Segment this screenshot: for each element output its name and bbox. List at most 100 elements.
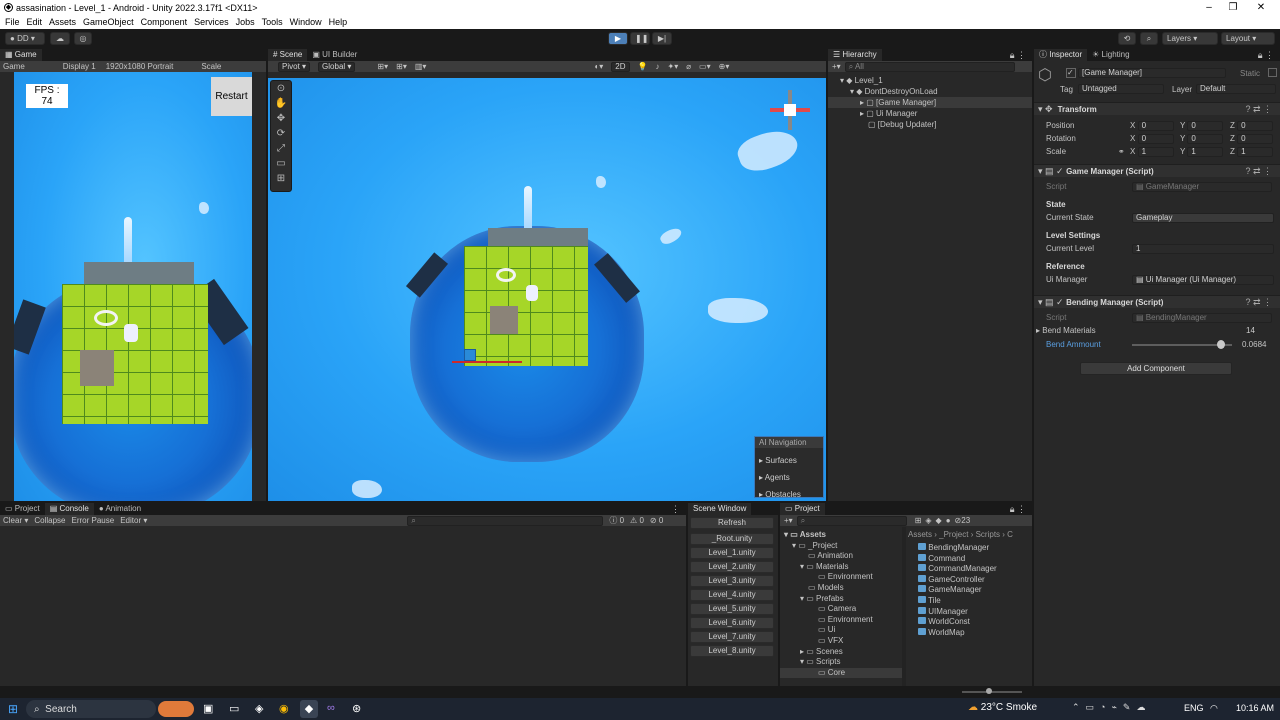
- tree-item[interactable]: ▾ ▭ Materials: [780, 562, 902, 573]
- add-icon[interactable]: +▾: [832, 62, 841, 71]
- menu-jobs[interactable]: Jobs: [236, 17, 255, 27]
- rotation-x[interactable]: 0: [1137, 134, 1174, 144]
- global-dropdown[interactable]: Global ▾: [318, 61, 356, 72]
- layers-dropdown[interactable]: Layers ▾: [1162, 32, 1218, 45]
- terminal-icon[interactable]: ▭: [229, 702, 239, 715]
- step-button[interactable]: ▶|: [652, 32, 672, 45]
- file-item[interactable]: Tile: [918, 595, 1028, 607]
- file-item[interactable]: BendingManager: [918, 543, 1028, 554]
- menu-window[interactable]: Window: [290, 17, 322, 27]
- menu-help[interactable]: Help: [329, 17, 348, 27]
- position-z[interactable]: 0: [1237, 121, 1274, 131]
- toggle-2d-button[interactable]: 2D: [611, 61, 630, 72]
- rotation-z[interactable]: 0: [1237, 134, 1274, 144]
- component-menu-icon[interactable]: ? ⇄ ⋮: [1245, 104, 1272, 115]
- tab-project-bottom[interactable]: ▭ Project: [0, 503, 45, 515]
- menu-edit[interactable]: Edit: [27, 17, 43, 27]
- gizmos-icon[interactable]: ⊕▾: [719, 62, 730, 71]
- move-gizmo-handle[interactable]: [464, 349, 476, 361]
- breadcrumb-item[interactable]: Assets: [908, 530, 932, 539]
- menu-services[interactable]: Services: [194, 17, 229, 27]
- panel-menu-icon[interactable]: ⋮: [671, 504, 680, 515]
- console-search-input[interactable]: ⌕: [407, 515, 604, 526]
- file-item[interactable]: UIManager: [918, 606, 1028, 618]
- taskbar-search[interactable]: ⌕ Search: [26, 700, 156, 718]
- menu-assets[interactable]: Assets: [49, 17, 76, 27]
- menu-tools[interactable]: Tools: [262, 17, 283, 27]
- cube-app-icon[interactable]: ◈: [255, 702, 263, 715]
- lock-icon[interactable]: 🔒︎ ⋮: [1010, 50, 1026, 61]
- current-state-dropdown[interactable]: Gameplay: [1132, 212, 1274, 223]
- tab-ui-builder[interactable]: ▣ UI Builder: [307, 49, 362, 61]
- scene-button[interactable]: Level_6.unity: [690, 617, 774, 629]
- rotate-tool-icon[interactable]: ⟳: [271, 126, 291, 141]
- add-component-button[interactable]: Add Component: [1080, 362, 1232, 375]
- file-item[interactable]: WorldConst: [918, 617, 1028, 628]
- file-item[interactable]: WorldMap: [918, 627, 1028, 639]
- account-dropdown[interactable]: ● DD ▾: [5, 32, 45, 45]
- info-count[interactable]: ⓘ 0: [609, 515, 624, 526]
- move-tool-icon[interactable]: ✥: [271, 111, 291, 126]
- hierarchy-item[interactable]: ▾ ◆ DontDestroyOnLoad: [828, 86, 1032, 97]
- pause-button[interactable]: ❚❚: [630, 32, 650, 45]
- tab-project[interactable]: ▭ Project: [780, 503, 825, 515]
- scale-z[interactable]: 1: [1237, 147, 1274, 157]
- view-tool-icon[interactable]: ⊙: [271, 81, 291, 96]
- bend-materials-foldout[interactable]: ▸ Bend Materials: [1036, 326, 1132, 335]
- tree-item-selected[interactable]: ▭ Core: [780, 667, 902, 679]
- constrain-link-icon[interactable]: ⚭: [1118, 145, 1130, 158]
- icon-size-slider[interactable]: [962, 691, 1022, 693]
- file-item[interactable]: GameController: [918, 574, 1028, 586]
- active-checkbox[interactable]: ✓: [1066, 68, 1076, 78]
- snap-icon[interactable]: ⊞▾: [377, 62, 388, 71]
- file-item[interactable]: Command: [918, 553, 1028, 565]
- effects-icon[interactable]: ✦▾: [668, 62, 679, 71]
- hierarchy-search-input[interactable]: ⌕ All: [844, 61, 1015, 72]
- windows-start-icon[interactable]: ⊞: [8, 702, 18, 716]
- play-button[interactable]: ▶: [608, 32, 628, 45]
- splitter[interactable]: [902, 527, 906, 686]
- scene-button[interactable]: _Root.unity: [690, 533, 774, 545]
- camera-icon[interactable]: ▭▾: [699, 62, 711, 71]
- breadcrumb-item[interactable]: _Project: [939, 530, 968, 539]
- task-view-icon[interactable]: ▣: [203, 702, 213, 715]
- tab-console[interactable]: ▤ Console: [44, 503, 94, 515]
- hierarchy-item[interactable]: ▸ ▢ Ui Manager: [828, 108, 1032, 119]
- restart-button[interactable]: Restart: [211, 77, 252, 116]
- scene-button[interactable]: Level_1.unity: [690, 547, 774, 559]
- game-manager-header[interactable]: ▾ ▤ ✓ Game Manager (Script) ? ⇄ ⋮: [1034, 164, 1280, 177]
- breadcrumb-item[interactable]: Scripts: [976, 530, 1000, 539]
- tree-item[interactable]: ▸ ▭ Scenes: [780, 647, 902, 658]
- scale-x[interactable]: 1: [1137, 147, 1174, 157]
- hidden-objects-icon[interactable]: ⌀: [686, 62, 691, 71]
- layout-dropdown[interactable]: Layout ▾: [1221, 32, 1275, 45]
- scene-viewport[interactable]: ⊙ ✋ ✥ ⟳ ⤢ ▭ ⊞ AI Navigation ▸ Surfaces ▸…: [268, 78, 826, 501]
- pivot-dropdown[interactable]: Pivot ▾: [278, 61, 311, 72]
- object-name-field[interactable]: [Game Manager]: [1078, 68, 1226, 78]
- scene-button[interactable]: Level_8.unity: [690, 645, 774, 657]
- component-menu-icon[interactable]: ? ⇄ ⋮: [1245, 297, 1272, 308]
- agents-item[interactable]: ▸ Agents: [759, 469, 819, 486]
- chrome-icon[interactable]: ◉: [279, 702, 289, 715]
- layer-dropdown[interactable]: Default: [1196, 84, 1276, 94]
- tree-item[interactable]: ▭ VFX: [780, 636, 902, 647]
- tree-item[interactable]: ▭ Environment: [780, 572, 902, 583]
- maximize-button[interactable]: ❐: [1220, 1, 1246, 14]
- lighting-toggle-icon[interactable]: 💡: [638, 62, 648, 71]
- tab-animation[interactable]: ● Animation: [94, 503, 146, 515]
- warning-count[interactable]: ⚠ 0: [630, 516, 644, 525]
- rect-tool-icon[interactable]: ▭: [271, 156, 291, 171]
- menu-file[interactable]: File: [5, 17, 20, 27]
- x-axis-gizmo[interactable]: [452, 361, 522, 363]
- hierarchy-item[interactable]: ▢ [Debug Updater]: [828, 119, 1032, 130]
- unity-taskbar-icon[interactable]: ◆: [300, 700, 318, 718]
- tree-item[interactable]: ▭ Ui: [780, 625, 902, 636]
- orientation-gizmo[interactable]: [770, 90, 810, 130]
- error-pause-button[interactable]: Error Pause: [72, 516, 115, 525]
- tab-scene-window[interactable]: Scene Window: [688, 503, 752, 515]
- increment-icon[interactable]: ▥▾: [415, 62, 427, 71]
- cloud-icon[interactable]: ☁: [50, 32, 70, 45]
- slider-thumb[interactable]: [1216, 339, 1225, 349]
- rotation-y[interactable]: 0: [1187, 134, 1224, 144]
- close-button[interactable]: ✕: [1248, 1, 1274, 14]
